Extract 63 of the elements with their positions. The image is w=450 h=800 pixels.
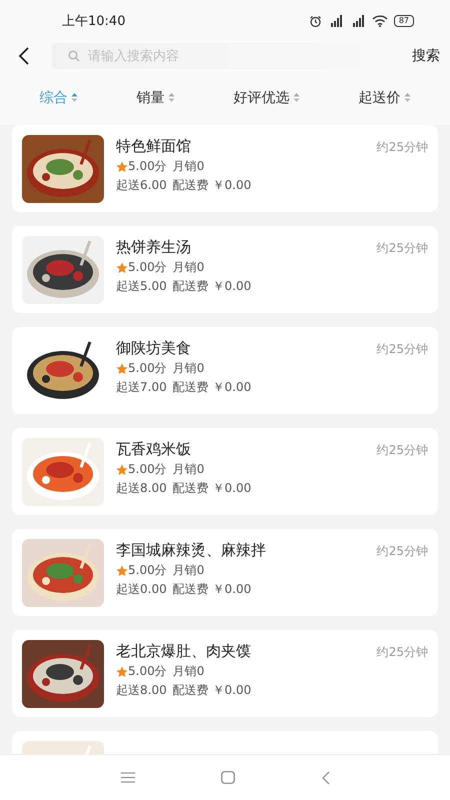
monthly-sales: 月销0 — [172, 158, 204, 175]
back-icon[interactable] — [18, 47, 30, 65]
delivery-time: 约25分钟 — [376, 442, 428, 459]
restaurant-name: 老北京爆肚、肉夹馍 — [116, 642, 251, 661]
delivery-time: 约25分钟 — [376, 139, 428, 156]
battery-indicator: 87 — [394, 15, 414, 27]
delivery-time: 约25分钟 — [376, 543, 428, 560]
monthly-sales: 月销0 — [172, 562, 204, 579]
rating: 5.00分 — [128, 158, 167, 175]
delivery-time: 约25分钟 — [376, 644, 428, 661]
delivery-time: 约25分钟 — [376, 240, 428, 257]
restaurant-name: 李国城麻辣烫、麻辣拌 — [116, 541, 266, 560]
star-icon — [116, 464, 128, 476]
minimum-order: 起送5.00 — [116, 278, 167, 295]
star-icon — [116, 362, 128, 374]
restaurant-card[interactable]: 御陕坊美食 约25分钟 5.00分 月销0 起送7.00 配送费 ￥0.00 — [12, 327, 438, 414]
sort-icon — [292, 92, 300, 103]
sort-icon — [168, 92, 174, 103]
rating: 5.00分 — [128, 360, 167, 377]
monthly-sales: 月销0 — [172, 259, 204, 276]
rating: 5.00分 — [128, 562, 167, 579]
wifi-icon — [372, 15, 388, 27]
sort-tab[interactable]: 好评优选 — [230, 86, 304, 108]
restaurant-card[interactable]: 老北京爆肚、肉夹馍 约25分钟 5.00分 月销0 起送8.00 配送费 ￥0.00 — [12, 630, 438, 717]
delivery-fee: 配送费 ￥0.00 — [172, 379, 252, 396]
rating: 5.00分 — [128, 259, 167, 276]
status-time: 上午10:40 — [62, 13, 126, 30]
monthly-sales: 月销0 — [172, 663, 204, 680]
delivery-fee: 配送费 ￥0.00 — [172, 682, 252, 699]
sort-tab[interactable]: 起送价 — [354, 86, 414, 108]
restaurant-name: 御陕坊美食 — [116, 339, 191, 358]
sort-icon — [404, 92, 410, 103]
delivery-time: 约25分钟 — [376, 341, 428, 358]
restaurant-name: 瓦香鸡米饭 — [116, 440, 191, 459]
delivery-fee: 配送费 ￥0.00 — [172, 480, 252, 497]
minimum-order: 起送6.00 — [116, 177, 167, 194]
star-icon — [116, 262, 128, 274]
monthly-sales: 月销0 — [172, 461, 204, 478]
sort-icon — [70, 92, 78, 103]
restaurant-card[interactable]: 瓦香鸡米饭 约25分钟 5.00分 月销0 起送8.00 配送费 ￥0.00 — [12, 428, 438, 515]
minimum-order: 起送8.00 — [116, 682, 167, 699]
sort-tab[interactable]: 销量 — [132, 86, 178, 108]
minimum-order: 起送0.00 — [116, 581, 167, 598]
restaurant-card[interactable]: 李国城麻辣烫、麻辣拌 约25分钟 5.00分 月销0 起送0.00 配送费 ￥0.00 — [12, 529, 438, 616]
restaurant-card[interactable]: 热饼养生汤 约25分钟 5.00分 月销0 起送5.00 配送费 ￥0.00 — [12, 226, 438, 313]
restaurant-name: 热饼养生汤 — [116, 238, 191, 257]
rating: 5.00分 — [128, 663, 167, 680]
search-button[interactable]: 搜索 — [410, 47, 442, 65]
delivery-fee: 配送费 ￥0.00 — [172, 581, 252, 598]
rating: 5.00分 — [128, 461, 167, 478]
home-icon[interactable] — [220, 771, 234, 784]
star-icon — [116, 564, 128, 576]
star-icon — [116, 160, 128, 172]
monthly-sales: 月销0 — [172, 360, 204, 377]
alarm-icon — [308, 14, 322, 28]
star-icon — [116, 666, 128, 678]
delivery-fee: 配送费 ￥0.00 — [172, 278, 252, 295]
restaurant-card[interactable]: 特色鲜面馆 约25分钟 5.00分 月销0 起送6.00 配送费 ￥0.00 — [12, 125, 438, 212]
minimum-order: 起送8.00 — [116, 480, 167, 497]
delivery-fee: 配送费 ￥0.00 — [172, 177, 252, 194]
menu-icon[interactable] — [120, 772, 134, 783]
minimum-order: 起送7.00 — [116, 379, 167, 396]
restaurant-name: 特色鲜面馆 — [116, 137, 191, 156]
